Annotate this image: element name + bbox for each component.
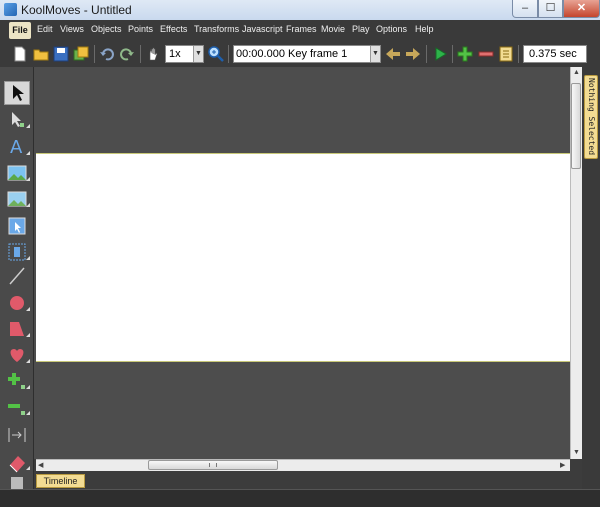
image-tool-icon[interactable]	[6, 162, 28, 184]
chevron-down-icon[interactable]: ▼	[370, 46, 380, 62]
menu-transforms[interactable]: Transforms	[194, 24, 239, 34]
selection-status-tab[interactable]: Nothing Selected	[584, 75, 598, 159]
scroll-left-icon[interactable]: ◀	[38, 461, 43, 469]
tool-flyout-indicator	[26, 256, 30, 260]
remove-point-icon[interactable]	[6, 396, 28, 418]
menu-views[interactable]: Views	[60, 24, 84, 34]
previous-frame-icon[interactable]	[385, 46, 401, 62]
tool-flyout-indicator	[26, 177, 30, 181]
frame-tool-icon[interactable]	[6, 241, 28, 263]
menu-edit[interactable]: Edit	[37, 24, 53, 34]
scroll-grip	[209, 463, 217, 467]
frame-properties-icon[interactable]	[498, 46, 514, 62]
frame-select[interactable]: 00:00.000 Key frame 1 ▼	[233, 45, 381, 63]
tool-flyout-indicator	[26, 333, 30, 337]
tool-flyout-indicator	[26, 385, 30, 389]
app-icon	[4, 3, 17, 16]
next-frame-icon[interactable]	[405, 46, 421, 62]
close-button[interactable]: ✕	[563, 0, 600, 18]
select-arrow-icon[interactable]	[4, 81, 30, 105]
zoom-value: 1x	[169, 48, 181, 60]
tool-flyout-indicator	[26, 124, 30, 128]
menu-options[interactable]: Options	[376, 24, 407, 34]
menu-objects[interactable]: Objects	[91, 24, 122, 34]
toolbar-separator	[518, 45, 519, 63]
menu-frames[interactable]: Frames	[286, 24, 317, 34]
save-icon[interactable]	[53, 46, 69, 62]
menu-play[interactable]: Play	[352, 24, 370, 34]
eraser-icon[interactable]	[6, 451, 28, 473]
toolbar: 1x ▼ 00:00.000 Key frame 1 ▼ 0.375 sec	[0, 41, 600, 68]
tool-flyout-indicator	[26, 466, 30, 470]
open-folder-icon[interactable]	[33, 46, 49, 62]
menu-help[interactable]: Help	[415, 24, 434, 34]
menu-effects[interactable]: Effects	[160, 24, 187, 34]
add-frame-icon[interactable]	[457, 46, 473, 62]
tool-flyout-indicator	[26, 411, 30, 415]
timeline-bar	[34, 471, 582, 489]
minimize-button[interactable]: –	[512, 0, 538, 18]
status-bar	[0, 489, 600, 507]
stage-canvas[interactable]	[36, 153, 570, 362]
paint-bucket-icon[interactable]	[6, 475, 28, 489]
toolbar-separator	[228, 45, 229, 63]
remove-frame-icon[interactable]	[478, 46, 494, 62]
horizontal-scroll-thumb[interactable]	[148, 460, 278, 470]
circle-tool-icon[interactable]	[6, 292, 28, 314]
tool-panel: A	[0, 67, 34, 489]
button-tool-icon[interactable]	[6, 215, 28, 237]
play-icon[interactable]	[432, 46, 448, 62]
subselect-arrow-icon[interactable]	[6, 109, 28, 131]
maximize-button[interactable]: ☐	[538, 0, 563, 18]
menu-points[interactable]: Points	[128, 24, 153, 34]
toolbar-separator	[426, 45, 427, 63]
toolbar-separator	[452, 45, 453, 63]
time-field[interactable]: 0.375 sec	[523, 45, 587, 63]
svg-text:A: A	[10, 137, 23, 157]
undo-icon[interactable]	[99, 46, 115, 62]
zoom-icon[interactable]	[208, 46, 224, 62]
line-tool-icon[interactable]	[6, 265, 28, 287]
scroll-up-icon[interactable]: ▲	[573, 69, 580, 76]
menu-bar: File Edit Views Objects Points Effects T…	[0, 20, 600, 41]
tool-flyout-indicator	[26, 359, 30, 363]
new-file-icon[interactable]	[12, 46, 28, 62]
tool-flyout-indicator	[26, 203, 30, 207]
redo-icon[interactable]	[119, 46, 135, 62]
polygon-tool-icon[interactable]	[6, 318, 28, 340]
scroll-down-icon[interactable]: ▼	[573, 449, 580, 456]
time-value: 0.375 sec	[529, 48, 577, 60]
chevron-down-icon[interactable]: ▼	[193, 46, 203, 62]
scroll-right-icon[interactable]: ▶	[560, 461, 565, 469]
add-point-icon[interactable]	[6, 370, 28, 392]
tool-flyout-indicator	[26, 151, 30, 155]
menu-javascript[interactable]: Javascript	[242, 24, 283, 34]
transform-tool-icon[interactable]	[6, 424, 28, 446]
toolbar-separator	[94, 45, 95, 63]
zoom-select[interactable]: 1x ▼	[165, 45, 204, 63]
tool-flyout-indicator	[26, 307, 30, 311]
timeline-tab[interactable]: Timeline	[36, 474, 85, 488]
export-icon[interactable]	[73, 46, 89, 62]
vertical-scroll-thumb[interactable]	[571, 83, 581, 169]
selection-status-label: Nothing Selected	[587, 78, 596, 156]
movie-clip-icon[interactable]	[6, 188, 28, 210]
hand-pan-icon[interactable]	[146, 46, 162, 62]
menu-movie[interactable]: Movie	[321, 24, 345, 34]
toolbar-separator	[140, 45, 141, 63]
menu-file[interactable]: File	[9, 22, 31, 39]
frame-value: 00:00.000 Key frame 1	[236, 48, 348, 60]
text-tool-icon[interactable]: A	[6, 135, 28, 157]
heart-shape-icon[interactable]	[6, 344, 28, 366]
window-title: KoolMoves - Untitled	[21, 3, 132, 17]
